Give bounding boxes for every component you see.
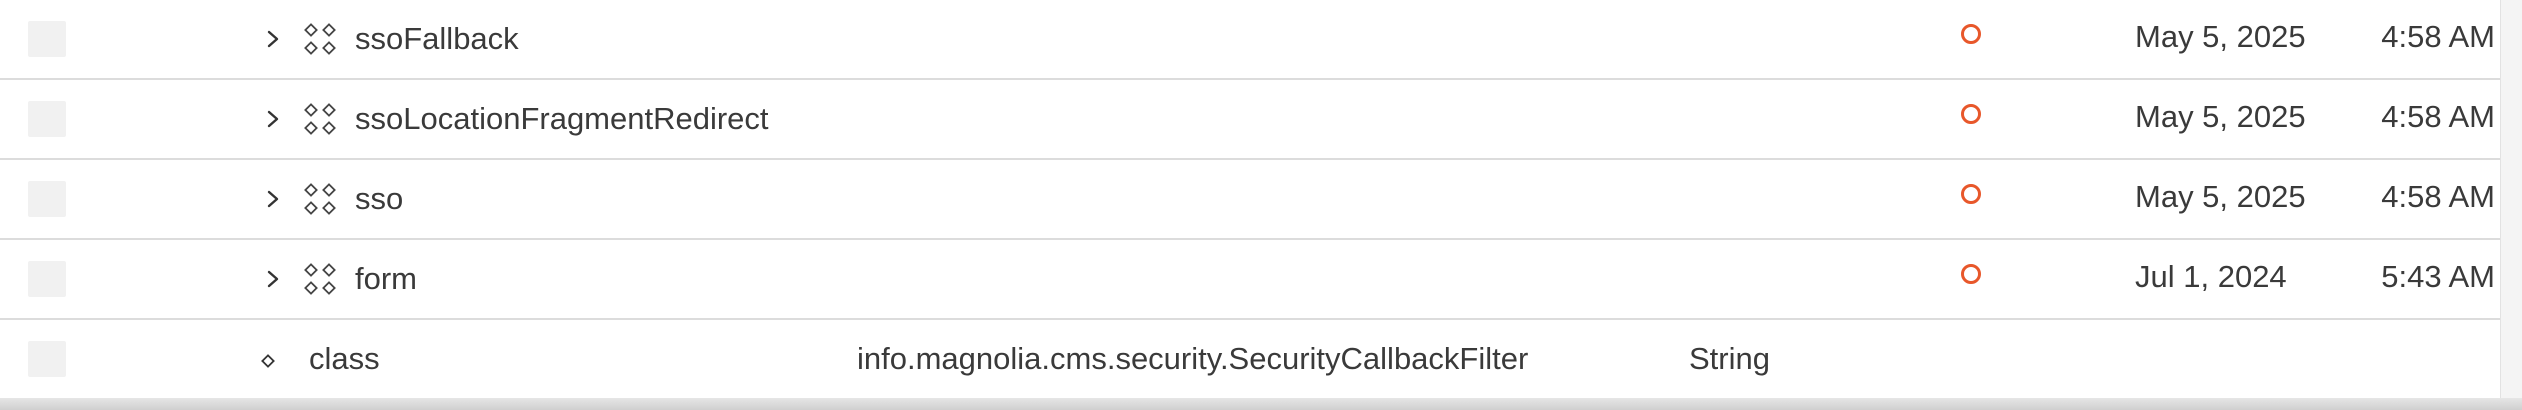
- node-name[interactable]: sso: [355, 160, 403, 238]
- modified-date: May 5, 2025: [2135, 179, 2306, 214]
- tree-row[interactable]: sso May 5, 2025 4:58 AM: [0, 160, 2500, 240]
- content-node-icon: [304, 103, 336, 135]
- modified-time: 4:58 AM: [2381, 19, 2495, 54]
- content-node-icon: [304, 183, 336, 215]
- tree-row[interactable]: ssoFallback May 5, 2025 4:58 AM: [0, 0, 2500, 80]
- modified-time: 4:58 AM: [2381, 99, 2495, 134]
- row-select-checkbox[interactable]: [28, 101, 66, 137]
- status-modified-icon: [1961, 264, 1981, 284]
- modified-date: May 5, 2025: [2135, 19, 2306, 54]
- property-value[interactable]: info.magnolia.cms.security.SecurityCallb…: [857, 320, 1528, 398]
- property-name[interactable]: class: [309, 320, 380, 398]
- status-modified-icon: [1961, 24, 1981, 44]
- chevron-right-icon[interactable]: [262, 22, 284, 56]
- horizontal-scrollbar[interactable]: [0, 398, 2522, 410]
- content-node-icon: [304, 23, 336, 55]
- row-select-checkbox[interactable]: [28, 261, 66, 297]
- property-type: String: [1689, 341, 1770, 376]
- tree-row[interactable]: ssoLocationFragmentRedirect May 5, 2025 …: [0, 80, 2500, 160]
- modified-date: May 5, 2025: [2135, 99, 2306, 134]
- content-node-icon: [304, 263, 336, 295]
- row-select-checkbox[interactable]: [28, 341, 66, 377]
- modified-time: 4:58 AM: [2381, 179, 2495, 214]
- vertical-scrollbar[interactable]: [2500, 0, 2522, 410]
- chevron-right-icon[interactable]: [262, 262, 284, 296]
- status-modified-icon: [1961, 184, 1981, 204]
- tree-row[interactable]: form Jul 1, 2024 5:43 AM: [0, 240, 2500, 320]
- status-modified-icon: [1961, 104, 1981, 124]
- modified-time: 5:43 AM: [2381, 259, 2495, 294]
- modified-date: Jul 1, 2024: [2135, 259, 2287, 294]
- chevron-right-icon[interactable]: [262, 102, 284, 136]
- row-select-checkbox[interactable]: [28, 181, 66, 217]
- property-diamond-icon: [261, 354, 275, 368]
- tree-row-property[interactable]: class info.magnolia.cms.security.Securit…: [0, 320, 2500, 396]
- chevron-right-icon[interactable]: [262, 182, 284, 216]
- tree-grid: ssoFallback May 5, 2025 4:58 AM ssoLocat…: [0, 0, 2500, 400]
- node-name[interactable]: form: [355, 240, 417, 318]
- row-select-checkbox[interactable]: [28, 21, 66, 57]
- node-name[interactable]: ssoFallback: [355, 0, 519, 78]
- node-name[interactable]: ssoLocationFragmentRedirect: [355, 80, 769, 158]
